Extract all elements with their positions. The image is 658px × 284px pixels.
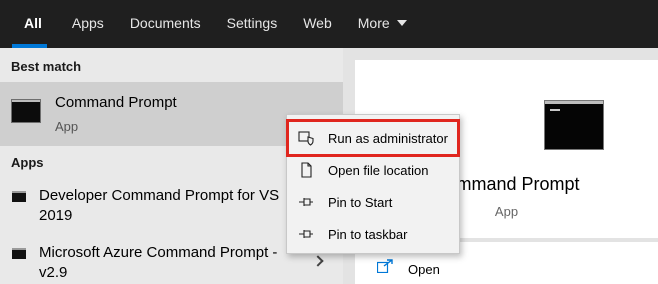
pin-icon xyxy=(299,230,313,238)
console-icon xyxy=(12,191,26,202)
pin-icon xyxy=(299,198,313,206)
menu-item-pin-to-start[interactable]: Pin to Start xyxy=(287,186,459,218)
menu-item-open-file-location[interactable]: Open file location xyxy=(287,154,459,186)
menu-item-pin-to-taskbar[interactable]: Pin to taskbar xyxy=(287,218,459,250)
tab-all[interactable]: All xyxy=(0,0,59,48)
context-menu: Run as administrator Open file location … xyxy=(286,114,460,254)
console-icon xyxy=(12,248,26,259)
app-item-label-line1: Developer Command Prompt for VS xyxy=(39,187,280,204)
tab-settings-label: Settings xyxy=(226,15,278,31)
tab-more-label: More xyxy=(357,15,390,31)
menu-item-label: Pin to Start xyxy=(328,195,393,210)
apps-section-header: Apps xyxy=(11,155,44,170)
best-match-title: Command Prompt xyxy=(55,94,177,111)
tab-web[interactable]: Web xyxy=(290,0,345,46)
menu-item-label: Pin to taskbar xyxy=(328,227,408,242)
app-item-label-line2: 2019 xyxy=(39,207,73,224)
best-match-header: Best match xyxy=(11,59,82,74)
menu-item-label: Run as administrator xyxy=(328,131,448,146)
app-item-label-line2: v2.9 xyxy=(39,264,68,281)
app-item-label-line1: Microsoft Azure Command Prompt - xyxy=(39,244,278,261)
chevron-down-icon xyxy=(396,20,407,26)
command-prompt-icon xyxy=(11,99,41,123)
open-label: Open xyxy=(408,262,440,277)
command-prompt-large-icon xyxy=(544,100,604,150)
tab-documents[interactable]: Documents xyxy=(117,0,214,46)
best-match-subtitle: App xyxy=(55,119,79,134)
tab-more[interactable]: More xyxy=(345,0,420,46)
tab-web-label: Web xyxy=(303,15,332,31)
tab-apps[interactable]: Apps xyxy=(59,0,117,46)
tab-apps-label: Apps xyxy=(71,15,104,31)
menu-item-label: Open file location xyxy=(328,163,429,178)
tab-documents-label: Documents xyxy=(129,15,201,31)
shield-icon xyxy=(298,131,314,146)
open-external-icon xyxy=(377,259,393,273)
menu-item-run-as-administrator[interactable]: Run as administrator xyxy=(287,122,459,154)
tab-all-label: All xyxy=(24,15,42,31)
search-filter-bar: All Apps Documents Settings Web More xyxy=(0,0,658,48)
file-location-icon xyxy=(301,162,312,178)
tab-settings[interactable]: Settings xyxy=(214,0,291,46)
